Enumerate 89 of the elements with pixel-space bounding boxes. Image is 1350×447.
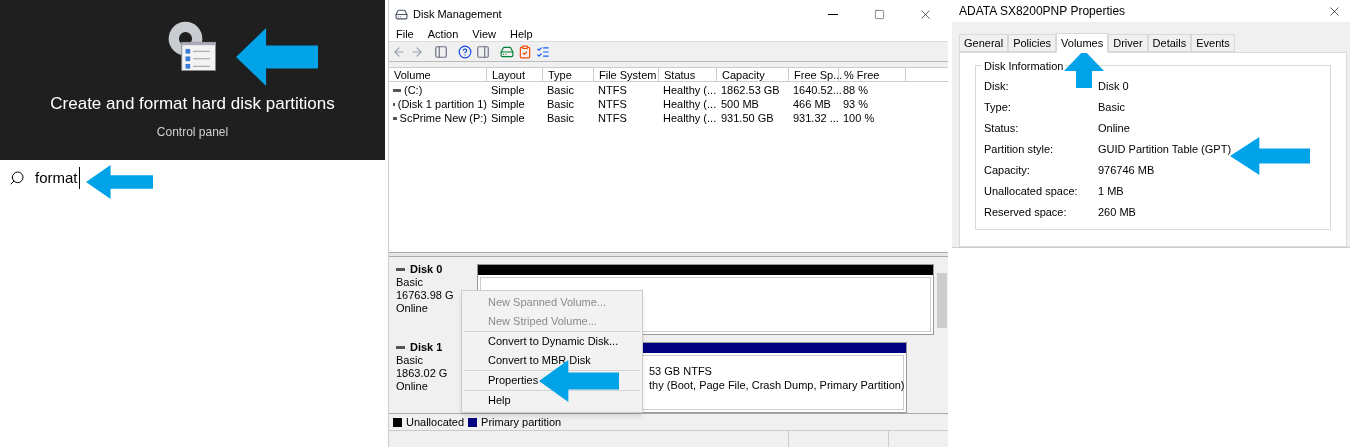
table-cell-text: Simple	[490, 96, 526, 112]
legend-label: Primary partition	[481, 414, 562, 430]
column-header[interactable]: Type	[543, 68, 594, 81]
field-value: Basic	[1098, 100, 1125, 116]
list-icon[interactable]	[536, 44, 550, 59]
menu-item[interactable]: View	[472, 26, 496, 43]
menu-item[interactable]: Help	[464, 391, 640, 410]
table-cell-text: Simple	[490, 82, 526, 98]
table-cell-text: Basic	[546, 96, 575, 112]
field-value: Disk 0	[1098, 79, 1129, 95]
table-row[interactable]: (C:) Simple Basic NTFS Healthy (... 1862.53 GB 1640.52...88 %	[389, 83, 948, 97]
volume-icon	[393, 88, 401, 92]
maximize-icon	[873, 8, 885, 20]
field-label: Capacity:	[984, 163, 1031, 179]
menu-item[interactable]: Properties	[464, 371, 640, 390]
field-value: 260 MB	[1098, 205, 1136, 221]
tab[interactable]: Volumes	[1056, 33, 1109, 53]
search-result-panel[interactable]: Create and format hard disk partitions Control panel	[0, 0, 385, 160]
tab[interactable]: Policies	[1008, 34, 1057, 52]
column-header[interactable]: Capacity	[717, 68, 789, 81]
table-cell-text: NTFS	[597, 96, 628, 112]
table-cell-text: Healthy (...	[662, 110, 717, 126]
tab[interactable]: General	[959, 34, 1009, 52]
column-header[interactable]: Status	[659, 68, 717, 81]
column-header[interactable]: File System	[594, 68, 659, 81]
disk-type: Basic	[396, 354, 424, 367]
minimize-icon	[828, 13, 838, 15]
panel-icon[interactable]	[434, 44, 448, 59]
field-label: Type:	[984, 100, 1012, 116]
table-cell-text: 931.32 ...	[792, 110, 839, 126]
table-row[interactable]: (Disk 1 partition 1) Simple Basic NTFS Healthy (... 500 MB 466 MB 93 %	[389, 97, 948, 111]
disk-name: Disk 1	[410, 341, 443, 354]
table-cell-text: Basic	[546, 110, 575, 126]
disk-status: Online	[396, 380, 429, 393]
field-label: Unallocated space:	[984, 184, 1079, 200]
table-cell-text: 500 MB	[720, 96, 760, 112]
tab[interactable]: Details	[1147, 34, 1192, 52]
panel-icon[interactable]	[476, 44, 490, 59]
menu-item[interactable]: Help	[509, 26, 533, 43]
column-header[interactable]: Layout	[487, 68, 543, 81]
column-header[interactable]: Volume	[389, 68, 487, 81]
checklist-icon[interactable]	[518, 44, 532, 59]
disk-status: Online	[396, 302, 429, 315]
result-subtitle: Control panel	[156, 123, 229, 141]
partition-info: 53 GB NTFS	[649, 364, 712, 378]
field-label: Partition style:	[984, 142, 1055, 158]
table-cell-text: 88 %	[842, 82, 870, 98]
tab[interactable]: Driver	[1108, 34, 1148, 52]
legend-label: Unallocated	[406, 414, 465, 430]
disk-name: Disk 0	[410, 263, 443, 276]
back-icon[interactable]	[392, 44, 406, 59]
partition-info: thy (Boot, Page File, Crash Dump, Primary Partition)	[649, 378, 905, 392]
table-cell-text: 100 %	[842, 110, 876, 126]
field-label: Disk:	[984, 79, 1010, 95]
table-cell-text: 1862.53 GB	[720, 82, 781, 98]
table-cell-text: Healthy (...	[662, 96, 717, 112]
table-cell-text: 93 %	[842, 96, 870, 112]
field-value: GUID Partition Table (GPT)	[1098, 142, 1232, 158]
window-title: ADATA SX8200PNP Properties	[959, 3, 1126, 20]
table-cell-text: 466 MB	[792, 96, 832, 112]
forward-icon[interactable]	[410, 44, 424, 59]
menu-item[interactable]: Action	[427, 26, 459, 43]
field-value: 976746 MB	[1098, 163, 1155, 179]
search-field[interactable]: format	[0, 160, 385, 196]
table-cell-text: Basic	[546, 82, 575, 98]
tab[interactable]: Events	[1191, 34, 1235, 52]
volume-icon	[393, 116, 397, 120]
table-cell-text: NTFS	[597, 82, 628, 98]
drive-icon[interactable]	[500, 44, 514, 59]
table-cell-text: NTFS	[597, 110, 628, 126]
disk-size: 1863.02 G	[396, 367, 449, 380]
field-value: 1 MB	[1098, 184, 1124, 200]
field-label: Reserved space:	[984, 205, 1068, 221]
field-label: Status:	[984, 121, 1020, 137]
pointer-arrow	[86, 165, 153, 199]
menu-item[interactable]: File	[396, 26, 414, 43]
window-title: Disk Management	[413, 6, 502, 22]
help-icon[interactable]	[458, 44, 472, 59]
disk-size: 16763.98 G	[396, 289, 455, 302]
result-title: Create and format hard disk partitions	[50, 93, 335, 115]
table-cell-text: 931.50 GB	[720, 110, 775, 126]
disk-type: Basic	[396, 276, 424, 289]
table-cell-text: Simple	[490, 110, 526, 126]
search-icon	[9, 170, 25, 186]
field-value: Online	[1098, 121, 1130, 137]
table-cell-text: 1640.52...	[792, 82, 839, 98]
table-cell-text: Healthy (...	[662, 82, 717, 98]
column-header[interactable]: % Free	[839, 68, 906, 81]
table-row[interactable]: ScPrime New (P:) Simple Basic NTFS Healthy (... 931.50 GB 931.32 ... 100 %	[389, 111, 948, 125]
